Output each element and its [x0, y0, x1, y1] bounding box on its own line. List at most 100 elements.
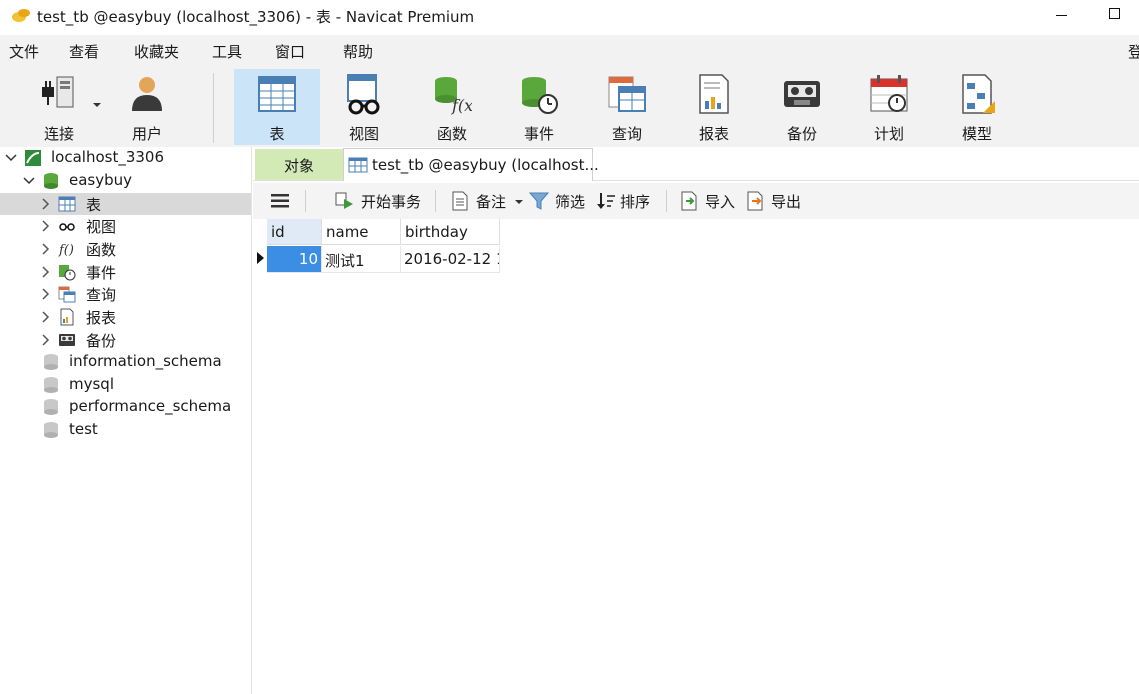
sort-label: 排序	[620, 193, 651, 211]
minimize-button[interactable]	[1048, 2, 1076, 28]
chevron-right-icon[interactable]	[38, 287, 52, 301]
import-button[interactable]: 导入	[679, 189, 741, 213]
filter-button[interactable]: 筛选	[529, 189, 591, 213]
schedule-icon	[870, 75, 908, 112]
mysql-connection-icon	[25, 150, 41, 166]
menu-file[interactable]: 文件	[9, 41, 39, 62]
cell-name[interactable]: 测试1	[322, 246, 401, 273]
tree-item-reports[interactable]: 报表	[0, 306, 251, 328]
menu-favorites[interactable]: 收藏夹	[134, 41, 179, 62]
tab-table-label: test_tb @easybuy (localhost...	[372, 156, 599, 174]
view-label: 视图	[348, 125, 379, 143]
tree-item-label: 事件	[86, 264, 117, 282]
note-button[interactable]: 备注	[450, 189, 512, 213]
tree-database-performance-schema[interactable]: performance_schema	[0, 396, 251, 418]
chevron-right-icon[interactable]	[38, 219, 52, 233]
database-open-icon	[44, 173, 58, 189]
user-button[interactable]: 用户	[104, 69, 190, 145]
tree-database-easybuy[interactable]: easybuy	[0, 170, 251, 192]
tree-database-label: test	[69, 420, 98, 438]
report-button[interactable]: 报表	[671, 69, 757, 145]
current-row-indicator-icon	[257, 252, 264, 264]
tree-item-label: 视图	[86, 218, 117, 236]
menu-tools[interactable]: 工具	[212, 41, 242, 62]
tree-database-label: easybuy	[69, 171, 133, 189]
export-icon	[747, 191, 763, 211]
model-icon	[962, 74, 995, 114]
tree-item-label: 表	[86, 196, 102, 214]
data-grid: id name birthday 10 测试1 2016-02-12 1	[253, 219, 1139, 694]
note-icon	[452, 191, 468, 211]
column-header-name[interactable]: name	[322, 219, 401, 245]
tree-item-functions[interactable]: f() 函数	[0, 238, 251, 260]
model-label: 模型	[961, 125, 992, 143]
chevron-right-icon[interactable]	[38, 197, 52, 211]
event-label: 事件	[523, 125, 554, 143]
sort-button[interactable]: 排序	[596, 189, 658, 213]
connection-label: 连接	[43, 125, 74, 143]
cell-birthday[interactable]: 2016-02-12 1	[401, 246, 500, 273]
maximize-button[interactable]	[1100, 2, 1130, 28]
database-closed-icon	[44, 422, 58, 438]
cell-id[interactable]: 10	[267, 246, 322, 273]
toolbar-separator	[666, 190, 667, 212]
menu-view[interactable]: 查看	[69, 41, 99, 62]
import-label: 导入	[705, 193, 736, 211]
chevron-right-icon[interactable]	[38, 333, 52, 347]
chevron-down-icon[interactable]	[22, 174, 36, 188]
tab-table-test-tb[interactable]: test_tb @easybuy (localhost...	[343, 148, 599, 181]
chevron-down-icon[interactable]	[4, 151, 18, 165]
tree-item-views[interactable]: 视图	[0, 215, 251, 237]
view-button[interactable]: 视图	[321, 69, 407, 145]
toolbar-separator	[435, 190, 436, 212]
function-button[interactable]: f(x) 函数	[409, 69, 495, 145]
tree-item-queries[interactable]: 查询	[0, 283, 251, 305]
filter-icon	[529, 192, 549, 210]
chevron-right-icon[interactable]	[38, 242, 52, 256]
note-dropdown-arrow[interactable]	[515, 200, 523, 204]
tree-item-label: 备份	[86, 332, 117, 350]
tree-database-test[interactable]: test	[0, 419, 251, 441]
hamburger-menu-icon[interactable]	[271, 193, 289, 209]
tree-item-label: 查询	[86, 286, 117, 304]
begin-transaction-button[interactable]: 开始事务	[335, 189, 425, 213]
navigation-tree: localhost_3306 easybuy 表 视图 f() 函数 事件 查询…	[0, 147, 252, 694]
export-label: 导出	[771, 193, 802, 211]
chevron-right-icon[interactable]	[38, 265, 52, 279]
tree-item-tables[interactable]: 表	[0, 193, 251, 215]
export-button[interactable]: 导出	[745, 189, 807, 213]
column-header-id[interactable]: id	[267, 219, 322, 245]
tab-objects-label: 对象	[283, 157, 314, 175]
table-icon	[258, 76, 296, 112]
query-button[interactable]: 查询	[584, 69, 670, 145]
svg-text:f(): f()	[58, 243, 74, 258]
backup-button[interactable]: 备份	[759, 69, 845, 145]
connection-dropdown-arrow[interactable]	[93, 103, 101, 107]
schedule-button[interactable]: 计划	[846, 69, 932, 145]
navicat-logo-icon	[12, 9, 30, 22]
connection-button[interactable]: 连接	[16, 69, 102, 145]
query-icon	[608, 76, 646, 112]
tree-database-information-schema[interactable]: information_schema	[0, 351, 251, 373]
tree-connection-localhost[interactable]: localhost_3306	[0, 147, 251, 169]
table-button[interactable]: 表	[234, 69, 320, 145]
menu-help[interactable]: 帮助	[343, 41, 373, 62]
chevron-right-icon[interactable]	[38, 310, 52, 324]
column-header-birthday[interactable]: birthday	[401, 219, 500, 245]
tree-database-mysql[interactable]: mysql	[0, 374, 251, 396]
window-title: test_tb @easybuy (localhost_3306) - 表 - …	[37, 8, 475, 26]
tab-objects[interactable]: 对象	[255, 149, 343, 180]
tree-item-backups[interactable]: 备份	[0, 329, 251, 351]
cell-value: 测试1	[325, 252, 365, 270]
tree-item-events[interactable]: 事件	[0, 261, 251, 283]
menu-window[interactable]: 窗口	[275, 41, 305, 62]
title-bar: test_tb @easybuy (localhost_3306) - 表 - …	[0, 0, 1139, 32]
report-icon	[699, 74, 729, 114]
filter-label: 筛选	[555, 193, 586, 211]
tree-connection-label: localhost_3306	[51, 148, 165, 166]
view-icon	[347, 74, 380, 115]
event-button[interactable]: 事件	[496, 69, 582, 145]
model-button[interactable]: 模型	[934, 69, 1020, 145]
menu-login-cut[interactable]: 登	[1128, 41, 1139, 62]
note-label: 备注	[476, 193, 507, 211]
